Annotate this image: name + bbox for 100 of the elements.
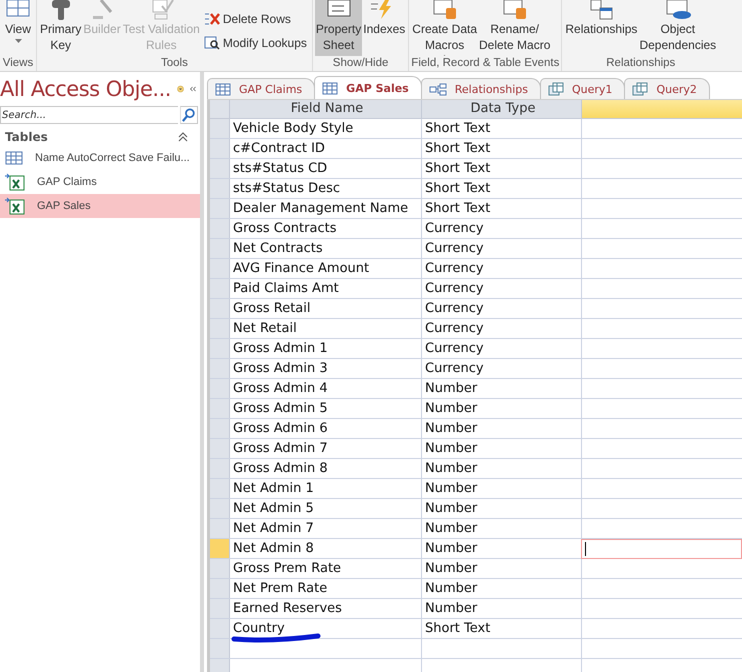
nav-item[interactable]: Name AutoCorrect Save Failu... xyxy=(0,146,200,170)
ribbon-button[interactable]: Relationships xyxy=(564,0,638,56)
row-selector[interactable] xyxy=(210,579,230,598)
table-cell: Earned Reserves xyxy=(233,601,342,616)
delete-rows-icon xyxy=(204,12,220,26)
table-cell: Currency xyxy=(425,361,484,376)
row-selector[interactable] xyxy=(210,559,230,578)
row-selector[interactable] xyxy=(210,599,230,618)
table-cell: Gross Prem Rate xyxy=(233,561,342,576)
group-label: Relationships xyxy=(605,56,676,71)
table-cell: Number xyxy=(425,421,478,436)
table-cell: Net Admin 5 xyxy=(233,501,314,516)
row-selector[interactable] xyxy=(210,479,230,498)
text-cursor-cell[interactable] xyxy=(581,539,742,559)
row-selector[interactable] xyxy=(210,139,230,158)
ribbon-button[interactable]: Create Data Macros xyxy=(411,0,478,56)
table-cell: Gross Admin 5 xyxy=(233,401,328,416)
table-icon xyxy=(322,82,338,94)
table-cell: sts#Status Desc xyxy=(233,181,340,196)
table-cell: Net Prem Rate xyxy=(233,581,328,596)
table-cell: c#Contract ID xyxy=(233,141,325,156)
ribbon-button[interactable]: Property Sheet xyxy=(314,0,362,56)
row-selector[interactable] xyxy=(210,399,230,418)
ribbon-button[interactable]: Object Dependencies xyxy=(638,0,718,56)
row-selector[interactable] xyxy=(210,459,230,478)
nav-item[interactable]: GAP Sales xyxy=(0,194,200,218)
row-selector[interactable] xyxy=(210,119,230,138)
table-cell: Net Admin 1 xyxy=(233,481,314,496)
table-cell: Net Retail xyxy=(233,321,297,336)
table-cell: Short Text xyxy=(425,161,490,176)
group-label: Field, Record & Table Events xyxy=(411,56,560,71)
query-icon xyxy=(548,82,564,96)
row-selector[interactable] xyxy=(210,159,230,178)
row-selector[interactable] xyxy=(210,239,230,258)
column-header[interactable]: Field Name xyxy=(230,100,422,118)
table-cell: Number xyxy=(425,381,478,396)
table-cell: Short Text xyxy=(425,181,490,196)
table-cell: Currency xyxy=(425,281,484,296)
chevron-icon[interactable] xyxy=(178,132,188,142)
row-selector[interactable] xyxy=(210,359,230,378)
table-cell: Currency xyxy=(425,241,484,256)
table-cell: Gross Retail xyxy=(233,301,310,316)
row-selector[interactable] xyxy=(210,499,230,518)
document-tab[interactable]: Query2 xyxy=(624,78,710,99)
ribbon-button[interactable]: Delete Rows xyxy=(200,9,310,29)
row-selector[interactable] xyxy=(210,199,230,218)
row-selector[interactable] xyxy=(210,519,230,538)
row-selector[interactable] xyxy=(210,259,230,278)
table-cell: Currency xyxy=(425,301,484,316)
row-selector[interactable] xyxy=(210,319,230,338)
ribbon-button[interactable]: Rename/ Delete Macro xyxy=(478,0,552,56)
table-cell: Number xyxy=(425,601,478,616)
table-cell: Currency xyxy=(425,341,484,356)
table-cell: Currency xyxy=(425,261,484,276)
row-selector[interactable] xyxy=(210,379,230,398)
table-cell: Number xyxy=(425,561,478,576)
column-header[interactable] xyxy=(582,100,742,118)
table-cell: Number xyxy=(425,581,478,596)
row-selector[interactable] xyxy=(210,419,230,438)
table-cell: Paid Claims Amt xyxy=(233,281,339,296)
lookup-icon xyxy=(204,36,220,50)
linked-excel-icon xyxy=(5,173,25,191)
row-selector[interactable] xyxy=(210,279,230,298)
table-cell: Net Admin 7 xyxy=(233,521,314,536)
document-tab[interactable]: Query1 xyxy=(540,78,626,99)
table-cell: sts#Status CD xyxy=(233,161,328,176)
caret-icon xyxy=(14,39,22,43)
table-cell: Gross Contracts xyxy=(233,221,336,236)
table-icon xyxy=(215,82,231,96)
row-selector[interactable] xyxy=(210,219,230,238)
row-selector[interactable] xyxy=(210,539,230,558)
row-selector[interactable] xyxy=(210,299,230,318)
ribbon-button[interactable]: Indexes xyxy=(362,0,406,56)
row-selector[interactable] xyxy=(210,639,230,658)
row-selector[interactable] xyxy=(210,339,230,358)
table-cell: Number xyxy=(425,441,478,456)
nav-item[interactable]: GAP Claims xyxy=(0,170,200,194)
row-selector[interactable] xyxy=(210,439,230,458)
table-cell: Number xyxy=(425,461,478,476)
ribbon-button[interactable]: Primary Key xyxy=(39,0,82,56)
ribbon-button[interactable]: View xyxy=(2,0,34,56)
group-label: Views xyxy=(2,56,34,71)
row-selector[interactable] xyxy=(210,179,230,198)
document-tab[interactable]: GAP Claims xyxy=(207,78,316,99)
search-field[interactable]: Search... xyxy=(0,106,178,124)
table-cell: Gross Admin 4 xyxy=(233,381,328,396)
table-cell: Currency xyxy=(425,321,484,336)
row-selector[interactable] xyxy=(210,619,230,638)
search-icon[interactable] xyxy=(180,106,198,124)
ribbon-button[interactable]: Modify Lookups xyxy=(200,33,310,53)
pane-title: All Access Obje... xyxy=(0,77,171,101)
table-cell: Number xyxy=(425,401,478,416)
table-cell: Number xyxy=(425,501,478,516)
group-header[interactable]: Tables xyxy=(5,130,48,144)
document-tab[interactable]: Relationships xyxy=(420,78,541,99)
relationships-icon xyxy=(428,82,447,96)
table-cell: Gross Admin 3 xyxy=(233,361,328,376)
table-cell: Gross Admin 6 xyxy=(233,421,328,436)
collapse-icon[interactable] xyxy=(190,84,196,94)
table-cell: Number xyxy=(425,521,478,536)
